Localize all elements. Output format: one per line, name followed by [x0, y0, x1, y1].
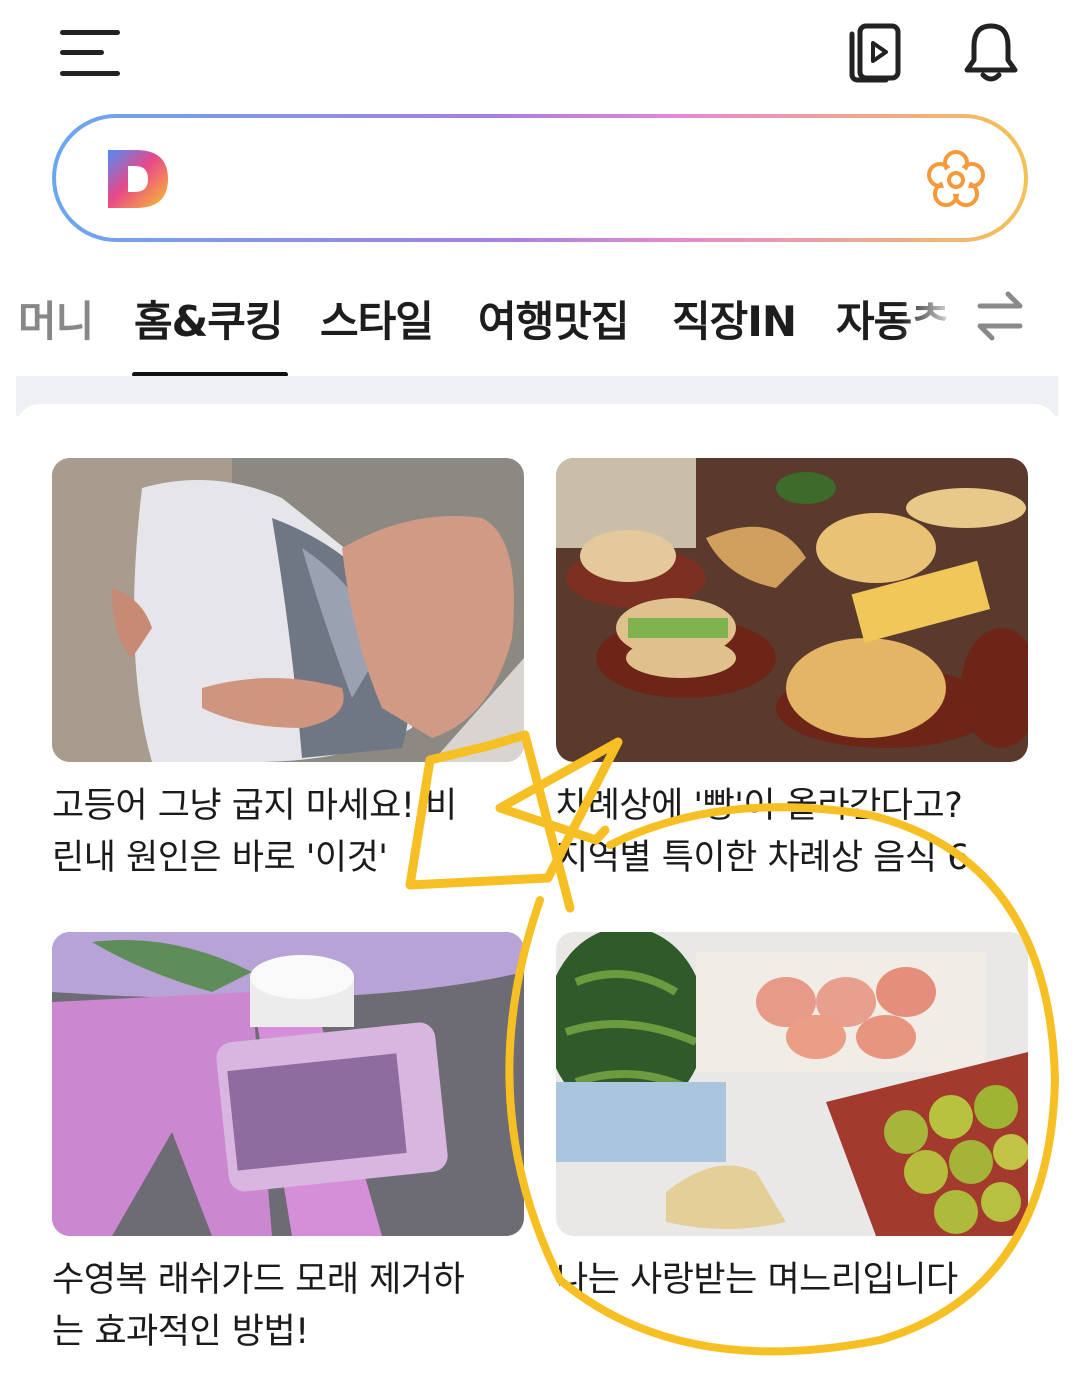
- category-tabs: 머니 홈&쿠킹 스타일 여행맛집 직장IN 자동ᄎ: [0, 268, 1074, 378]
- swap-arrows-icon[interactable]: [972, 288, 1028, 344]
- article-thumbnail-fruit-gifts: [556, 932, 1028, 1236]
- article-card-ancestral-table[interactable]: 차례상에 '빵'이 올라간다고? 지역별 특이한 차례상 음식 6: [556, 458, 1028, 888]
- article-card-swimsuit[interactable]: 수영복 래쉬가드 모래 제거하 는 효과적인 방법!: [52, 932, 524, 1362]
- tab-style[interactable]: 스타일: [320, 288, 434, 349]
- article-card-mackerel[interactable]: 고등어 그냥 굽지 마세요! 비 린내 원인은 바로 '이것': [52, 458, 524, 888]
- article-title-line1: 나는 사랑받는 며느리입니다: [556, 1260, 958, 1300]
- search-input[interactable]: [186, 140, 840, 218]
- article-title-line1: 고등어 그냥 굽지 마세요! 비: [52, 786, 457, 826]
- tab-work-in[interactable]: 직장IN: [672, 288, 797, 349]
- article-thumbnail-mackerel: [52, 458, 524, 762]
- article-thumbnail-ancestral-table: [556, 458, 1028, 762]
- tab-money[interactable]: 머니: [18, 288, 94, 349]
- hamburger-menu-icon[interactable]: [60, 28, 120, 78]
- flower-icon[interactable]: [924, 148, 988, 212]
- top-bar: [0, 0, 1074, 110]
- tab-home-cooking[interactable]: 홈&쿠킹: [134, 288, 284, 349]
- tab-travel-food[interactable]: 여행맛집: [478, 288, 630, 349]
- notification-bell-icon[interactable]: [960, 20, 1022, 84]
- search-bar-inner: [56, 118, 1024, 238]
- article-grid: 고등어 그냥 굽지 마세요! 비 린내 원인은 바로 '이것' 차례상에 '빵'…: [16, 404, 1058, 1384]
- article-title-line2: 린내 원인은 바로 '이것': [52, 838, 388, 878]
- article-title-line1: 수영복 래쉬가드 모래 제거하: [52, 1260, 465, 1300]
- search-bar[interactable]: [52, 114, 1028, 242]
- article-title-line1: 차례상에 '빵'이 올라간다고?: [556, 786, 963, 826]
- daum-logo-icon: [108, 150, 168, 208]
- article-title-line2: 는 효과적인 방법!: [52, 1312, 309, 1352]
- article-thumbnail-swimsuit: [52, 932, 524, 1236]
- tabs-fade-overlay: [900, 268, 960, 368]
- article-card-daughter-in-law[interactable]: 나는 사랑받는 며느리입니다: [556, 932, 1028, 1362]
- article-title-line2: 지역별 특이한 차례상 음식 6: [556, 838, 969, 878]
- video-library-icon[interactable]: [846, 22, 902, 84]
